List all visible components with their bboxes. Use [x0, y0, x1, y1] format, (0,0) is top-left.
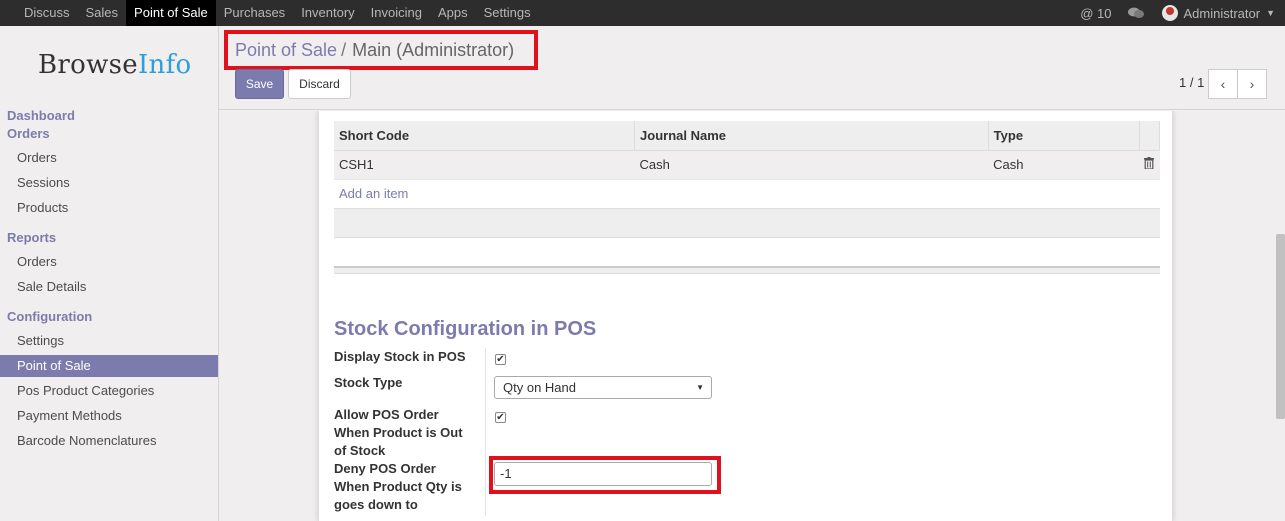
user-avatar[interactable] — [1161, 5, 1178, 21]
discard-button[interactable]: Discard — [288, 69, 351, 99]
scrollbar[interactable] — [1276, 234, 1285, 419]
chat-icon[interactable] — [1127, 7, 1144, 19]
menu-inventory[interactable]: Inventory — [293, 0, 362, 26]
stock-type-select[interactable]: Qty on Hand ▼ — [494, 376, 712, 399]
table-footer — [334, 208, 1160, 238]
label-allow-pos-order: Allow POS Order When Product is Out of S… — [334, 407, 463, 458]
sidebar-item-barcode-nomenclatures[interactable]: Barcode Nomenclatures — [0, 430, 218, 452]
sidebar-section-orders: Orders — [7, 126, 50, 141]
table-header-row: Short Code Journal Name Type — [334, 121, 1161, 151]
menu-sales[interactable]: Sales — [78, 0, 127, 26]
sidebar-item-settings[interactable]: Settings — [0, 330, 218, 352]
user-name[interactable]: Administrator — [1184, 6, 1261, 21]
column-header-actions — [1139, 121, 1161, 151]
highlight-box-breadcrumb — [224, 30, 538, 70]
section-title-stock-configuration: Stock Configuration in POS — [334, 318, 597, 340]
sidebar-item-dashboard[interactable]: Dashboard — [7, 108, 75, 123]
systray: @ 10 Administrator ▼ — [1080, 0, 1275, 26]
cell-journal-name: Cash — [634, 150, 989, 180]
trash-icon[interactable] — [1139, 150, 1160, 180]
cell-type: Cash — [988, 150, 1140, 180]
label-deny-pos-order: Deny POS Order When Product Qty is goes … — [334, 461, 462, 512]
cell-short-code: CSH1 — [334, 150, 635, 180]
pager-value[interactable]: 1 / 1 — [1179, 75, 1204, 90]
form-view: Short Code Journal Name Type CSH1 Cash C… — [219, 111, 1285, 521]
label-display-stock: Display Stock in POS — [334, 349, 466, 364]
menu-point-of-sale[interactable]: Point of Sale — [126, 0, 216, 26]
sidebar-item-report-orders[interactable]: Orders — [0, 251, 218, 273]
save-button[interactable]: Save — [235, 69, 284, 99]
column-header-journal-name[interactable]: Journal Name — [634, 121, 989, 151]
highlight-box-deny-qty — [489, 456, 721, 494]
control-panel: Point of Sale / Main (Administrator) Save … — [219, 26, 1285, 110]
sidebar-item-products[interactable]: Products — [0, 197, 218, 219]
add-item-link[interactable]: Add an item — [339, 186, 408, 201]
table-row[interactable]: CSH1 Cash Cash — [334, 150, 1160, 180]
company-logo: BrowseInfo — [38, 50, 192, 80]
display-stock-checkbox[interactable]: ✔ — [495, 354, 506, 365]
dropdown-arrow-icon: ▼ — [696, 383, 704, 392]
column-header-type[interactable]: Type — [988, 121, 1140, 151]
top-navbar: Discuss Sales Point of Sale Purchases In… — [0, 0, 1285, 26]
menu-invoicing[interactable]: Invoicing — [363, 0, 430, 26]
menu-apps[interactable]: Apps — [430, 0, 476, 26]
stock-type-value: Qty on Hand — [503, 380, 576, 395]
journal-table: Short Code Journal Name Type CSH1 Cash C… — [334, 121, 1161, 180]
sidebar-item-sale-details[interactable]: Sale Details — [0, 276, 218, 298]
menu-discuss[interactable]: Discuss — [16, 0, 78, 26]
chevron-right-icon[interactable]: › — [1237, 69, 1267, 99]
field-separator — [485, 348, 486, 516]
sidebar-item-payment-methods[interactable]: Payment Methods — [0, 405, 218, 427]
form-sheet: Short Code Journal Name Type CSH1 Cash C… — [318, 111, 1173, 521]
column-header-short-code[interactable]: Short Code — [334, 121, 636, 151]
chevron-left-icon[interactable]: ‹ — [1208, 69, 1238, 99]
sidebar: BrowseInfo Dashboard Orders Orders Sessi… — [0, 26, 219, 521]
sidebar-section-reports: Reports — [7, 230, 57, 245]
sidebar-item-sessions[interactable]: Sessions — [0, 172, 218, 194]
section-divider — [334, 266, 1160, 274]
sidebar-item-pos-product-categories[interactable]: Pos Product Categories — [0, 380, 218, 402]
allow-pos-order-checkbox[interactable]: ✔ — [495, 412, 506, 423]
sidebar-section-configuration: Configuration — [7, 309, 93, 324]
label-stock-type: Stock Type — [334, 375, 403, 390]
sidebar-item-orders[interactable]: Orders — [0, 147, 218, 169]
mentions-counter[interactable]: @ 10 — [1080, 6, 1111, 21]
main-menu: Discuss Sales Point of Sale Purchases In… — [16, 0, 539, 26]
chevron-down-icon[interactable]: ▼ — [1266, 8, 1275, 18]
menu-settings[interactable]: Settings — [476, 0, 539, 26]
sidebar-item-point-of-sale[interactable]: Point of Sale — [0, 355, 218, 377]
menu-purchases[interactable]: Purchases — [216, 0, 293, 26]
